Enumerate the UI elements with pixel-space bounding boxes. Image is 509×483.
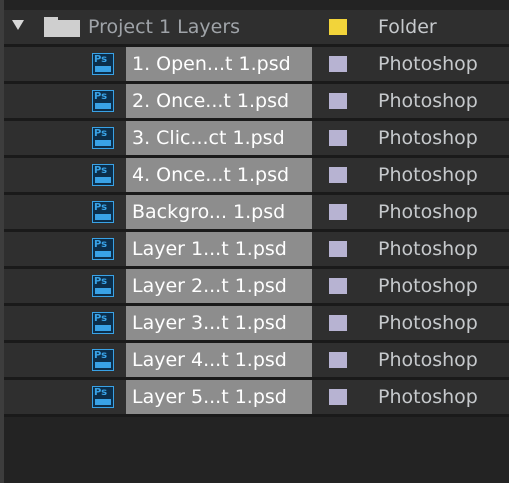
layer-row[interactable]: Ps Layer 1...t 1.psd Photoshop xyxy=(4,232,509,269)
photoshop-file-icon: Ps xyxy=(92,349,114,371)
folder-name[interactable]: Project 1 Layers xyxy=(88,10,240,44)
layer-row[interactable]: Ps 4. Once...t 1.psd Photoshop xyxy=(4,158,509,195)
photoshop-file-icon: Ps xyxy=(92,201,114,223)
layer-type: Photoshop xyxy=(378,386,478,408)
layer-type: Photoshop xyxy=(378,312,478,334)
layer-row[interactable]: Ps Layer 2...t 1.psd Photoshop xyxy=(4,269,509,306)
layer-row[interactable]: Ps Layer 3...t 1.psd Photoshop xyxy=(4,306,509,343)
layer-row[interactable]: Ps 3. Clic...ct 1.psd Photoshop xyxy=(4,121,509,158)
layer-row[interactable]: Ps Backgro... 1.psd Photoshop xyxy=(4,195,509,232)
layer-name[interactable]: 3. Clic...ct 1.psd xyxy=(126,121,312,155)
layer-name[interactable]: Layer 5...t 1.psd xyxy=(126,380,312,414)
layer-label-swatch[interactable] xyxy=(329,278,347,294)
layer-type: Photoshop xyxy=(378,164,478,186)
photoshop-file-icon: Ps xyxy=(92,312,114,334)
folder-label-swatch[interactable] xyxy=(329,19,347,35)
photoshop-file-icon: Ps xyxy=(92,238,114,260)
photoshop-file-icon: Ps xyxy=(92,90,114,112)
layer-row[interactable]: Ps 1. Open...t 1.psd Photoshop xyxy=(4,47,509,84)
triangle-down-icon[interactable] xyxy=(12,20,24,30)
photoshop-file-icon: Ps xyxy=(92,53,114,75)
folder-row[interactable]: Project 1 Layers Folder xyxy=(4,10,509,47)
layer-label-swatch[interactable] xyxy=(329,352,347,368)
layer-name[interactable]: 1. Open...t 1.psd xyxy=(126,47,312,81)
layer-name[interactable]: Layer 1...t 1.psd xyxy=(126,232,312,266)
photoshop-file-icon: Ps xyxy=(92,127,114,149)
layer-name[interactable]: Layer 2...t 1.psd xyxy=(126,269,312,303)
photoshop-file-icon: Ps xyxy=(92,275,114,297)
layer-label-swatch[interactable] xyxy=(329,167,347,183)
layer-name[interactable]: 2. Once...t 1.psd xyxy=(126,84,312,118)
project-item-list: Project 1 Layers Folder Ps 1. Open...t 1… xyxy=(4,10,509,417)
layer-label-swatch[interactable] xyxy=(329,93,347,109)
layer-type: Photoshop xyxy=(378,127,478,149)
folder-icon xyxy=(44,17,80,37)
layer-name[interactable]: Layer 4...t 1.psd xyxy=(126,343,312,377)
layer-type: Photoshop xyxy=(378,90,478,112)
folder-type: Folder xyxy=(378,16,437,38)
layer-name[interactable]: Layer 3...t 1.psd xyxy=(126,306,312,340)
layer-type: Photoshop xyxy=(378,53,478,75)
project-panel: Project 1 Layers Folder Ps 1. Open...t 1… xyxy=(0,0,509,483)
photoshop-file-icon: Ps xyxy=(92,386,114,408)
layer-label-swatch[interactable] xyxy=(329,241,347,257)
layer-type: Photoshop xyxy=(378,201,478,223)
layer-label-swatch[interactable] xyxy=(329,389,347,405)
layer-type: Photoshop xyxy=(378,238,478,260)
layer-label-swatch[interactable] xyxy=(329,204,347,220)
layer-label-swatch[interactable] xyxy=(329,56,347,72)
layer-label-swatch[interactable] xyxy=(329,130,347,146)
layer-row[interactable]: Ps Layer 4...t 1.psd Photoshop xyxy=(4,343,509,380)
layer-type: Photoshop xyxy=(378,275,478,297)
photoshop-file-icon: Ps xyxy=(92,164,114,186)
layer-row[interactable]: Ps Layer 5...t 1.psd Photoshop xyxy=(4,380,509,417)
layer-name[interactable]: 4. Once...t 1.psd xyxy=(126,158,312,192)
layer-row[interactable]: Ps 2. Once...t 1.psd Photoshop xyxy=(4,84,509,121)
layer-name[interactable]: Backgro... 1.psd xyxy=(126,195,312,229)
layer-type: Photoshop xyxy=(378,349,478,371)
layer-label-swatch[interactable] xyxy=(329,315,347,331)
